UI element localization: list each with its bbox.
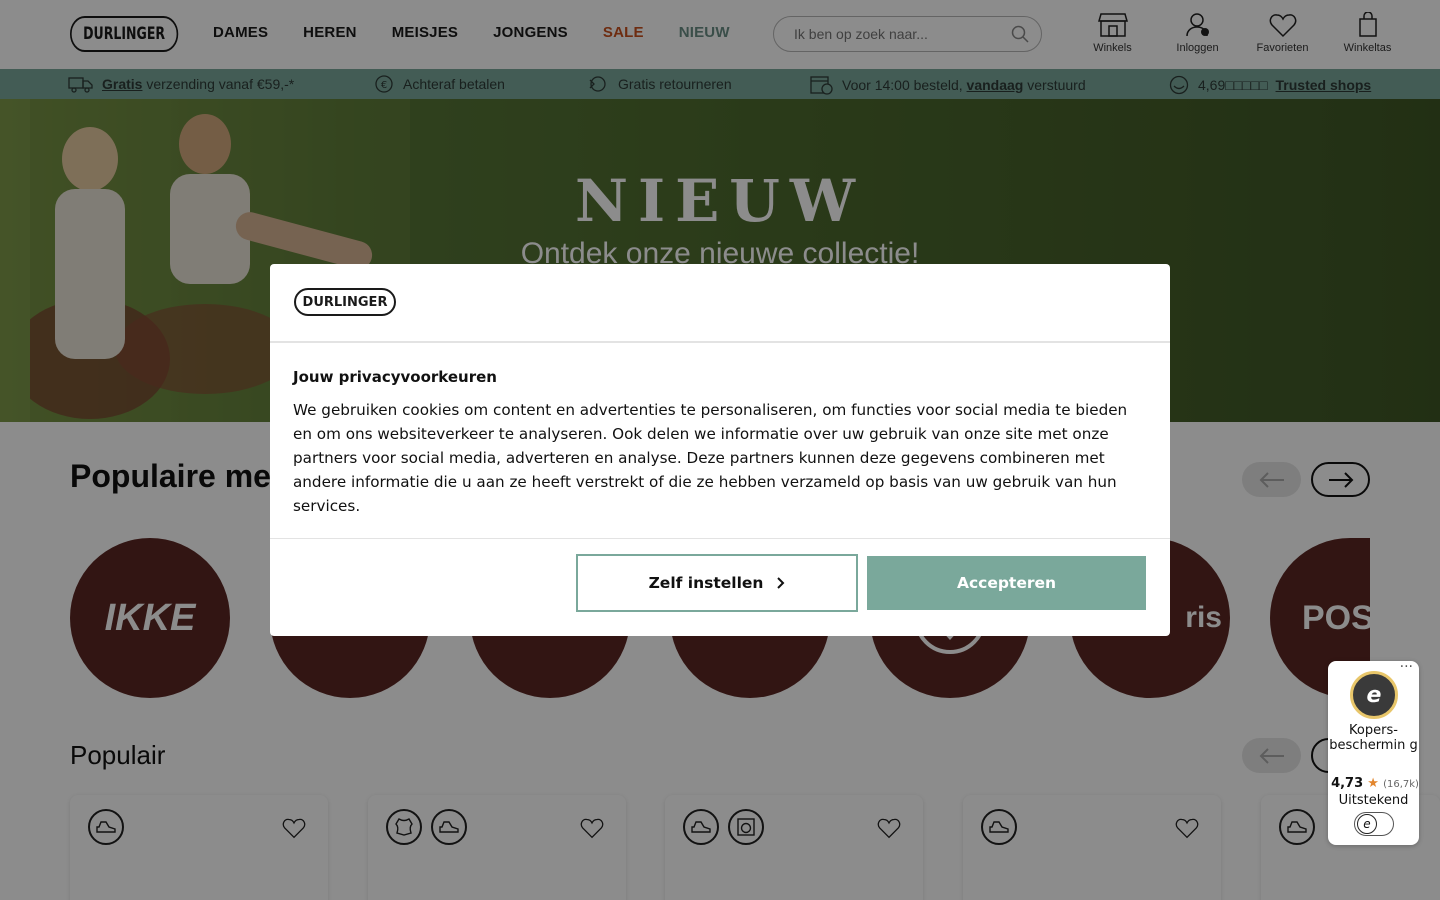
dialog-body-text: We gebruiken cookies om content en adver… (293, 401, 1128, 515)
trusted-shops-widget[interactable]: ··· e Kopers-beschermin g 4,73 ★ (16,7k)… (1328, 659, 1419, 845)
trusted-review-count: (16,7k) (1383, 779, 1419, 790)
chevron-right-icon (777, 577, 785, 589)
trusted-e-icon: e (1357, 814, 1377, 834)
dialog-title: Jouw privacyvoorkeuren (293, 368, 497, 386)
trusted-shops-seal-icon: e (1350, 671, 1398, 719)
trusted-toggle[interactable]: e (1354, 812, 1394, 836)
cookie-settings-button[interactable]: Zelf instellen (576, 554, 858, 612)
trusted-verdict: Uitstekend (1338, 793, 1409, 808)
cookie-consent-dialog: DURLINGER Jouw privacyvoorkeuren We gebr… (270, 264, 1170, 636)
cookie-settings-label: Zelf instellen (648, 574, 764, 592)
trusted-score: 4,73 ★ (16,7k) (1325, 776, 1425, 791)
dialog-divider (270, 341, 1170, 343)
dialog-divider (270, 538, 1170, 539)
star-icon: ★ (1367, 776, 1379, 791)
accept-cookies-button[interactable]: Accepteren (867, 556, 1146, 610)
more-options-icon[interactable]: ··· (1400, 659, 1413, 675)
buyer-protection-label: Kopers-beschermin g (1329, 723, 1418, 753)
dialog-logo: DURLINGER (294, 288, 396, 316)
trusted-score-value: 4,73 (1331, 776, 1364, 791)
